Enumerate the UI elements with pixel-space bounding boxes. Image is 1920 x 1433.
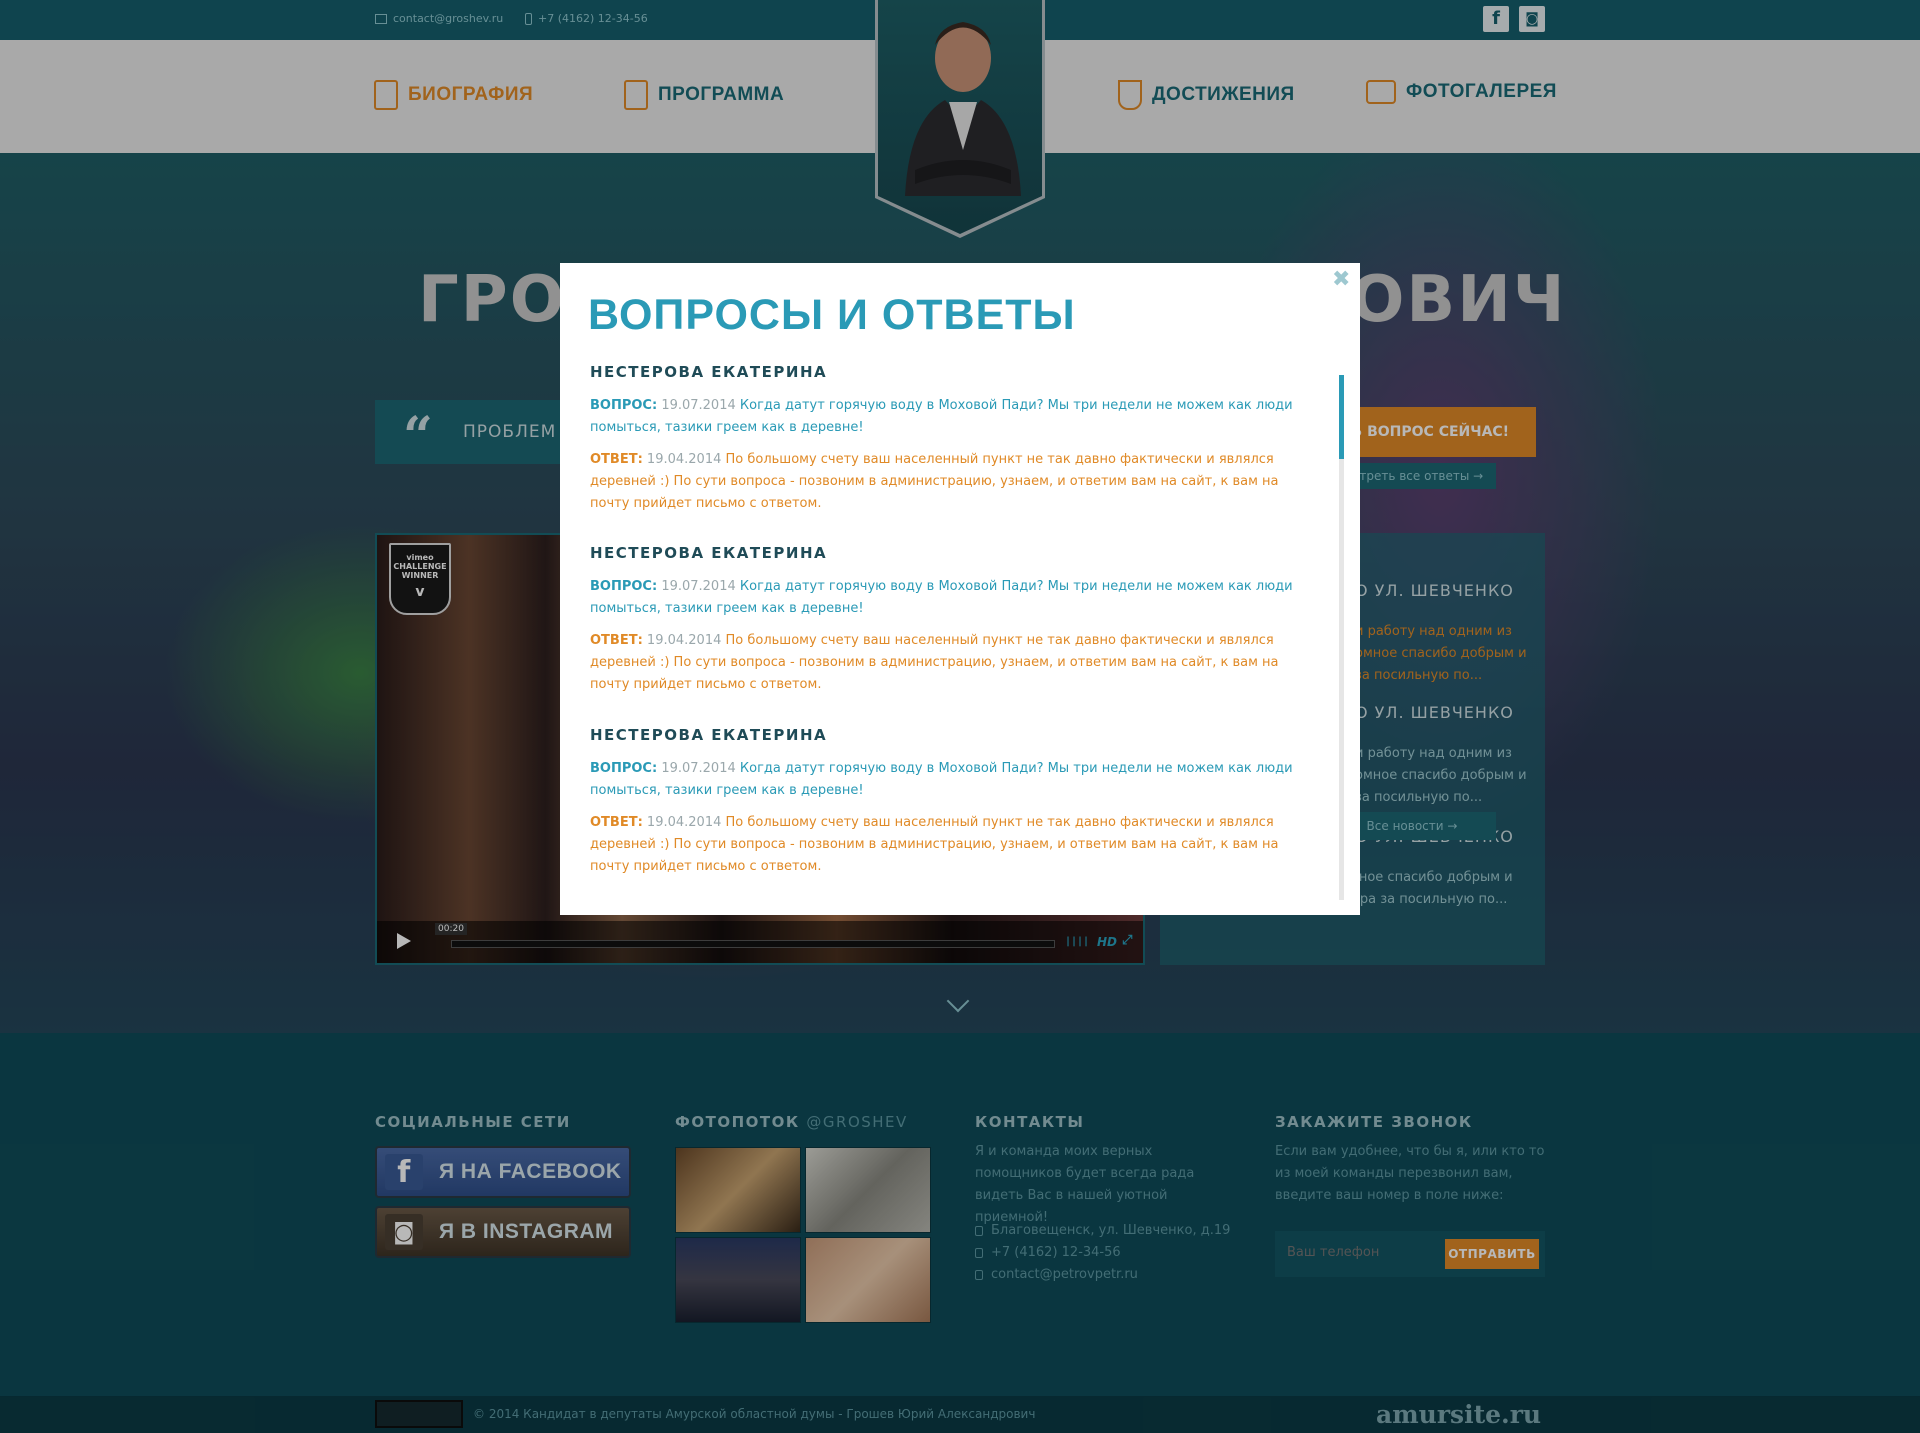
- qa-question: ВОПРОС: 19.07.2014 Когда датут горячую в…: [590, 576, 1300, 620]
- qa-modal: ✖ ВОПРОСЫ И ОТВЕТЫ НЕСТЕРОВА ЕКАТЕРИНА В…: [560, 263, 1360, 915]
- qa-author: НЕСТЕРОВА ЕКАТЕРИНА: [590, 544, 828, 562]
- qa-entry: НЕСТЕРОВА ЕКАТЕРИНА ВОПРОС: 19.07.2014 К…: [590, 363, 1300, 515]
- answer-date: 19.04.2014: [646, 452, 722, 467]
- qa-entry: НЕСТЕРОВА ЕКАТЕРИНА ВОПРОС: 19.07.2014 К…: [590, 726, 1300, 878]
- question-tag: ВОПРОС:: [590, 579, 658, 594]
- qa-entry: НЕСТЕРОВА ЕКАТЕРИНА ВОПРОС: 19.07.2014 К…: [590, 544, 1300, 696]
- question-date: 19.07.2014: [661, 398, 736, 413]
- qa-answer: ОТВЕТ: 19.04.2014 По большому счету ваш …: [590, 449, 1300, 515]
- answer-tag: ОТВЕТ:: [590, 633, 643, 648]
- qa-question: ВОПРОС: 19.07.2014 Когда датут горячую в…: [590, 758, 1300, 802]
- qa-question: ВОПРОС: 19.07.2014 Когда датут горячую в…: [590, 395, 1300, 439]
- close-icon[interactable]: ✖: [1332, 269, 1350, 291]
- answer-date: 19.04.2014: [646, 815, 722, 830]
- qa-author: НЕСТЕРОВА ЕКАТЕРИНА: [590, 363, 828, 381]
- question-date: 19.07.2014: [661, 761, 736, 776]
- qa-list[interactable]: НЕСТЕРОВА ЕКАТЕРИНА ВОПРОС: 19.07.2014 К…: [590, 363, 1300, 893]
- question-date: 19.07.2014: [661, 579, 736, 594]
- qa-answer: ОТВЕТ: 19.04.2014 По большому счету ваш …: [590, 630, 1300, 696]
- answer-tag: ОТВЕТ:: [590, 815, 643, 830]
- question-tag: ВОПРОС:: [590, 398, 658, 413]
- scrollbar-thumb[interactable]: [1339, 375, 1344, 459]
- modal-title: ВОПРОСЫ И ОТВЕТЫ: [588, 291, 1076, 339]
- answer-date: 19.04.2014: [646, 633, 722, 648]
- qa-answer: ОТВЕТ: 19.04.2014 По большому счету ваш …: [590, 812, 1300, 878]
- question-tag: ВОПРОС:: [590, 761, 658, 776]
- qa-author: НЕСТЕРОВА ЕКАТЕРИНА: [590, 726, 828, 744]
- answer-tag: ОТВЕТ:: [590, 452, 643, 467]
- modal-scrollbar[interactable]: [1339, 375, 1344, 900]
